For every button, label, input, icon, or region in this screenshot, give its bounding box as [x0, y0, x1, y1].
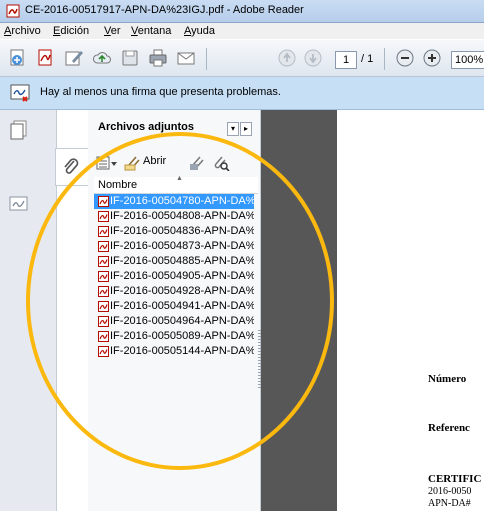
- name-column-label: Nombre: [98, 179, 138, 191]
- page-thumbnails-icon[interactable]: [9, 120, 29, 142]
- attachment-name: IF-2016-00504941-APN-DA%23: [110, 300, 254, 312]
- attachment-row[interactable]: IF-2016-00504873-APN-DA%23: [94, 239, 254, 254]
- pdf-file-icon: [6, 4, 20, 18]
- attachment-name: IF-2016-00504836-APN-DA%23: [110, 225, 254, 237]
- doc-referencia-label: Referenc: [428, 422, 470, 434]
- open-attachment-button[interactable]: Abrir: [143, 155, 166, 167]
- name-column-header[interactable]: Nombre ▲: [94, 175, 258, 194]
- menu-archivo[interactable]: Archivo: [4, 25, 41, 37]
- pdf-file-icon: [98, 286, 109, 297]
- pdf-file-icon: [98, 316, 109, 327]
- signature-warning-text: Hay al menos una firma que presenta prob…: [40, 86, 281, 98]
- zoom-in-icon[interactable]: [422, 48, 442, 68]
- toolbar-separator: [384, 48, 385, 70]
- menu-ayuda[interactable]: Ayuda: [184, 25, 215, 37]
- attachment-row[interactable]: IF-2016-00504941-APN-DA%23: [94, 299, 254, 314]
- attachments-panel: Archivos adjuntos ▾ ▸ Abrir Nombre ▲ IF-2…: [88, 110, 261, 511]
- attachment-name: IF-2016-00504964-APN-DA%23: [110, 315, 254, 327]
- save-attachment-icon[interactable]: [188, 155, 206, 171]
- toolbar-separator: [206, 48, 207, 70]
- paperclip-icon: [64, 158, 79, 174]
- menu-ver[interactable]: Ver: [104, 25, 121, 37]
- doc-numero-label: Número: [428, 373, 467, 385]
- document-page: Número Referenc CERTIFIC 2016-0050 APN-D…: [337, 110, 484, 511]
- attachment-name: IF-2016-00504780-APN-DA%23: [110, 195, 254, 207]
- pdf-file-icon: [98, 211, 109, 222]
- panel-controls: ▾ ▸: [226, 122, 252, 136]
- next-page-icon[interactable]: [303, 48, 323, 68]
- pdf-file-icon: [98, 301, 109, 312]
- doc-text-line: APN-DA#: [428, 498, 471, 509]
- attachment-name: IF-2016-00504928-APN-DA%23: [110, 285, 254, 297]
- page-number-input[interactable]: 1: [335, 51, 357, 69]
- attachments-toolbar: Abrir: [94, 154, 254, 172]
- search-attachments-icon[interactable]: [212, 155, 230, 171]
- attachment-row[interactable]: IF-2016-00504964-APN-DA%23: [94, 314, 254, 329]
- attachment-row[interactable]: IF-2016-00505144-APN-DA%23: [94, 344, 254, 359]
- menu-bar: Archivo Edición Ver Ventana Ayuda: [0, 23, 484, 39]
- pdf-file-icon: [98, 346, 109, 357]
- attachment-row[interactable]: IF-2016-00504836-APN-DA%23: [94, 224, 254, 239]
- attachment-row[interactable]: IF-2016-00504780-APN-DA%23: [94, 194, 254, 209]
- create-pdf-icon[interactable]: [8, 48, 28, 68]
- page-total: / 1: [361, 53, 374, 65]
- window-title: CE-2016-00517917-APN-DA%23IGJ.pdf - Adob…: [25, 4, 304, 16]
- attachment-name: IF-2016-00505089-APN-DA%23: [110, 330, 254, 342]
- navigation-pane: [0, 110, 57, 511]
- convert-pdf-icon[interactable]: [36, 48, 56, 68]
- attachment-name: IF-2016-00504808-APN-DA%23: [110, 210, 254, 222]
- document-background: [261, 110, 337, 511]
- pdf-file-icon: [98, 256, 109, 267]
- attachment-row[interactable]: IF-2016-00504808-APN-DA%23: [94, 209, 254, 224]
- pdf-file-icon: [98, 196, 109, 207]
- email-icon[interactable]: [176, 48, 196, 68]
- panel-expand-button[interactable]: ▸: [240, 122, 252, 136]
- open-attachment-icon[interactable]: [124, 155, 142, 171]
- signature-warning-icon[interactable]: [10, 82, 32, 104]
- pdf-file-icon: [98, 226, 109, 237]
- signature-warning-bar: Hay al menos una firma que presenta prob…: [0, 77, 484, 110]
- attachment-name: IF-2016-00504873-APN-DA%23: [110, 240, 254, 252]
- toolbar: 1 / 1 100%: [0, 40, 484, 77]
- doc-certificado-label: CERTIFIC: [428, 473, 482, 485]
- zoom-out-icon[interactable]: [395, 48, 415, 68]
- signatures-icon[interactable]: [9, 196, 31, 214]
- attachment-name: IF-2016-00504885-APN-DA%23: [110, 255, 254, 267]
- menu-ventana[interactable]: Ventana: [131, 25, 171, 37]
- options-menu-icon[interactable]: [96, 155, 118, 171]
- attachments-list: IF-2016-00504780-APN-DA%23 IF-2016-005048…: [94, 194, 258, 359]
- attachments-tab[interactable]: [55, 148, 89, 186]
- zoom-level-input[interactable]: 100%: [451, 51, 484, 69]
- pdf-file-icon: [98, 271, 109, 282]
- edit-pdf-icon[interactable]: [64, 48, 84, 68]
- sort-ascending-icon: ▲: [176, 175, 183, 182]
- attachment-name: IF-2016-00504905-APN-DA%23: [110, 270, 254, 282]
- doc-text-line: 2016-0050: [428, 486, 472, 497]
- save-icon[interactable]: [120, 48, 140, 68]
- attachments-panel-title: Archivos adjuntos: [98, 121, 194, 133]
- pdf-file-icon: [98, 241, 109, 252]
- attachment-row[interactable]: IF-2016-00504928-APN-DA%23: [94, 284, 254, 299]
- attachment-row[interactable]: IF-2016-00504905-APN-DA%23: [94, 269, 254, 284]
- previous-page-icon[interactable]: [277, 48, 297, 68]
- panel-options-button[interactable]: ▾: [227, 122, 239, 136]
- attachment-row[interactable]: IF-2016-00505089-APN-DA%23: [94, 329, 254, 344]
- pdf-file-icon: [98, 331, 109, 342]
- print-icon[interactable]: [148, 48, 168, 68]
- menu-edicion[interactable]: Edición: [53, 25, 89, 37]
- attachment-row[interactable]: IF-2016-00504885-APN-DA%23: [94, 254, 254, 269]
- title-bar: CE-2016-00517917-APN-DA%23IGJ.pdf - Adob…: [0, 0, 484, 23]
- attachment-name: IF-2016-00505144-APN-DA%23: [110, 345, 254, 357]
- cloud-upload-icon[interactable]: [92, 48, 112, 68]
